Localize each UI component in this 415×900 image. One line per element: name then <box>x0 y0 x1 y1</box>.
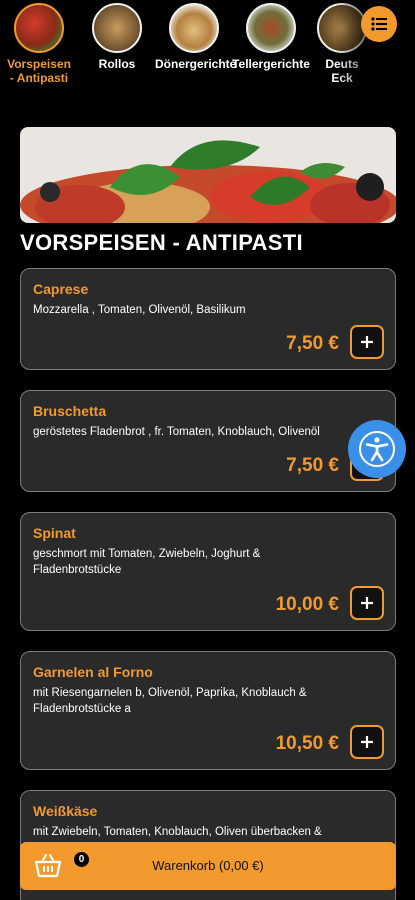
item-description: Mozzarella , Tomaten, Olivenöl, Basiliku… <box>33 304 246 316</box>
category-label: Dönergerichte <box>155 57 237 71</box>
menu-item-card[interactable]: Caprese Mozzarella , Tomaten, Olivenöl, … <box>20 268 396 370</box>
menu-item-card[interactable]: Spinat geschmort mit Tomaten, Zwiebeln, … <box>20 512 396 631</box>
plus-icon <box>361 597 373 609</box>
category-menu-button[interactable] <box>361 6 397 42</box>
add-to-cart-button[interactable] <box>350 586 384 620</box>
section-title: VORSPEISEN - ANTIPASTI <box>20 230 303 255</box>
add-to-cart-button[interactable] <box>350 325 384 359</box>
accessibility-button[interactable] <box>348 420 406 478</box>
cart-button[interactable]: 0 Warenkorb (0,00 €) <box>20 842 396 890</box>
item-description: geschmort mit Tomaten, Zwiebeln, Joghurt… <box>33 548 261 576</box>
plus-icon <box>361 336 373 348</box>
item-name: Bruschetta <box>33 403 107 419</box>
item-name: Spinat <box>33 525 76 541</box>
category-image <box>92 3 142 53</box>
category-image <box>14 3 64 53</box>
category-vorspeisen[interactable]: Vorspeisen - Antipasti <box>0 0 78 85</box>
item-name: Garnelen al Forno <box>33 664 153 680</box>
category-tellergerichte[interactable]: Tellergerichte <box>232 0 310 71</box>
menu-item-card[interactable]: Garnelen al Forno mit Riesengarnelen b, … <box>20 651 396 770</box>
menu-item-card[interactable]: Bruschetta geröstetes Fladenbrot , fr. T… <box>20 390 396 492</box>
item-name: Caprese <box>33 281 89 297</box>
item-price: 7,50 € <box>286 333 339 354</box>
item-price: 10,00 € <box>275 594 339 615</box>
item-price: 10,50 € <box>275 733 339 754</box>
add-to-cart-button[interactable] <box>350 725 384 759</box>
category-label: Tellergerichte <box>232 57 310 71</box>
category-strip: Vorspeisen - Antipasti Rollos Dönergeric… <box>0 0 415 100</box>
item-description: mit Zwiebeln, Tomaten, Knoblauch, Oliven… <box>33 826 322 838</box>
category-label: Rollos <box>98 57 136 71</box>
cart-label: Warenkorb (0,00 €) <box>152 858 264 873</box>
item-name: Weißkäse <box>33 803 98 819</box>
item-price: 7,50 € <box>286 455 339 476</box>
category-rollos[interactable]: Rollos <box>78 0 156 71</box>
category-label: Vorspeisen - Antipasti <box>7 57 71 85</box>
accessibility-icon <box>359 431 395 467</box>
category-image <box>246 3 296 53</box>
section-hero-image <box>20 127 396 223</box>
category-doenergerichte[interactable]: Dönergerichte <box>155 0 237 71</box>
item-description: mit Riesengarnelen b, Olivenöl, Paprika,… <box>33 687 307 715</box>
category-image <box>169 3 219 53</box>
menu-list-icon <box>371 17 387 31</box>
plus-icon <box>361 736 373 748</box>
item-description: geröstetes Fladenbrot , fr. Tomaten, Kno… <box>33 426 320 438</box>
